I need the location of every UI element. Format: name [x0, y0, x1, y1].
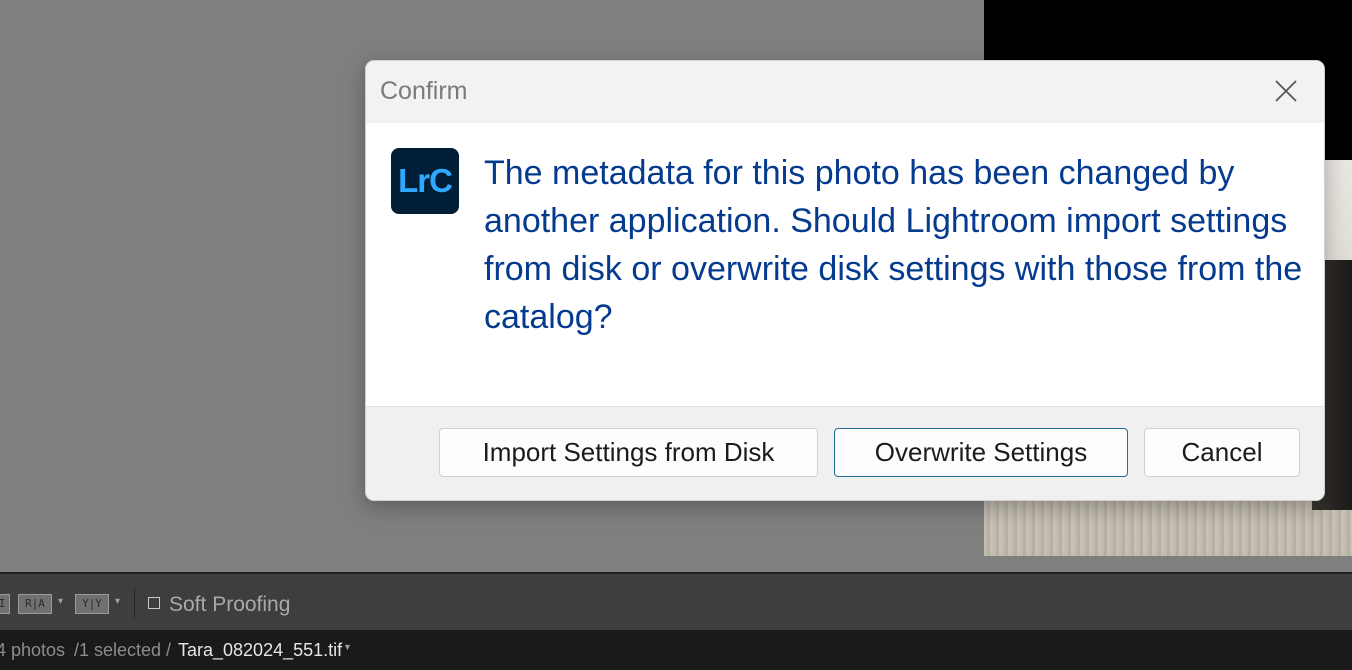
dialog-titlebar[interactable]: Confirm	[366, 61, 1324, 123]
current-filename[interactable]: Tara_082024_551.tif	[178, 630, 342, 670]
close-icon	[1275, 80, 1297, 102]
soft-proofing-label[interactable]: Soft Proofing	[169, 593, 290, 617]
overwrite-settings-button[interactable]: Overwrite Settings	[834, 428, 1128, 477]
before-after-dropdown-icon[interactable]: ▾	[58, 596, 63, 607]
lightroom-classic-app-icon: LrC	[391, 148, 459, 214]
confirm-dialog: Confirm LrC The metadata for this photo …	[365, 60, 1325, 501]
toolbar-divider	[134, 588, 135, 618]
close-button[interactable]	[1266, 73, 1306, 109]
bottom-toolbar: I R|A ▾ Y|Y ▾ Soft Proofing	[0, 572, 1352, 630]
selection-count: /1 selected /	[74, 640, 172, 660]
soft-proofing-checkbox[interactable]	[148, 597, 160, 609]
dialog-button-bar: Import Settings from Disk Overwrite Sett…	[366, 406, 1324, 500]
photo-count: 4 photos	[0, 640, 66, 660]
loupe-view-button[interactable]: I	[0, 594, 10, 614]
filename-dropdown-icon[interactable]: ▼	[343, 627, 352, 667]
filmstrip-header: 4 photos /1 selected / Tara_082024_551.t…	[0, 630, 1352, 670]
before-after-view-button[interactable]: R|A	[18, 594, 52, 614]
compare-dropdown-icon[interactable]: ▾	[115, 596, 120, 607]
compare-view-button[interactable]: Y|Y	[75, 594, 109, 614]
dialog-title: Confirm	[380, 77, 468, 105]
cancel-button[interactable]: Cancel	[1144, 428, 1300, 477]
import-settings-button[interactable]: Import Settings from Disk	[439, 428, 818, 477]
dialog-message: The metadata for this photo has been cha…	[484, 154, 1303, 336]
